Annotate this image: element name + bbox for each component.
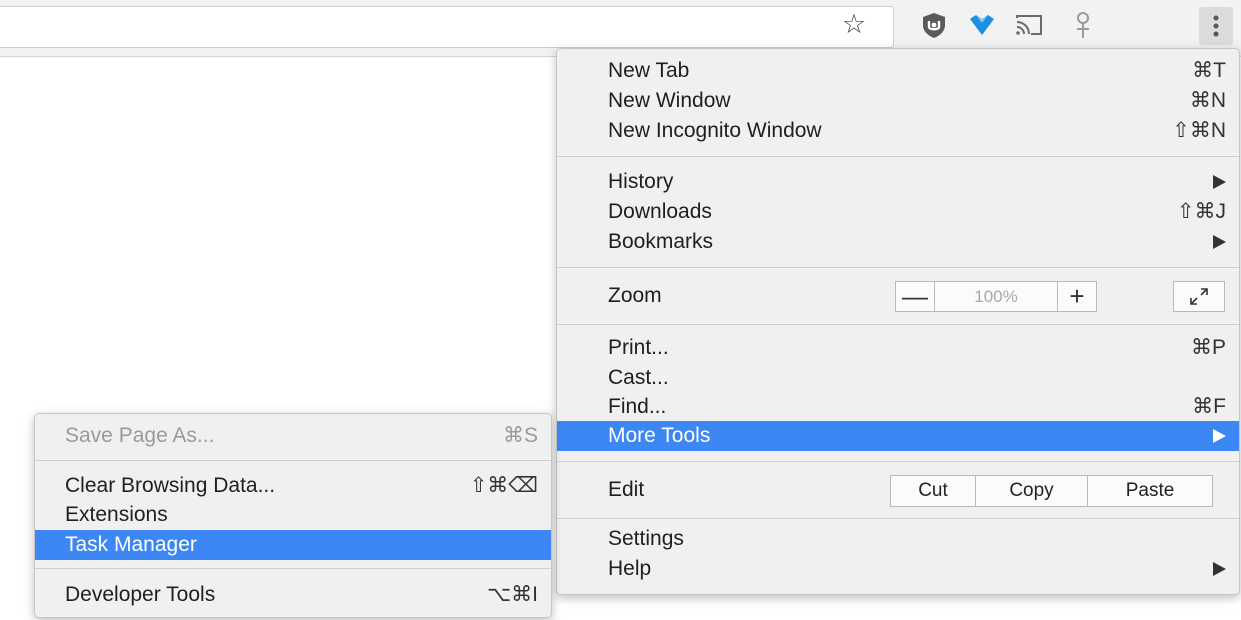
menu-item-label: New Incognito Window [608, 119, 822, 142]
shortcut-label: ⌘F [1192, 395, 1226, 418]
zoom-control: — 100% + [895, 281, 1097, 312]
copy-button[interactable]: Copy [976, 476, 1088, 506]
zoom-level: 100% [934, 282, 1058, 311]
shortcut-label: ⇧⌘J [1176, 200, 1226, 223]
menu-item-cast[interactable]: Cast... [557, 363, 1239, 393]
star-icon[interactable]: ☆ [836, 6, 872, 42]
menu-item-label: Clear Browsing Data... [65, 474, 276, 497]
menu-item-label: Help [608, 557, 652, 580]
shortcut-label: ⌘P [1190, 336, 1226, 359]
fullscreen-button[interactable] [1173, 281, 1225, 312]
menu-item-help[interactable]: Help [557, 554, 1239, 584]
menu-item-label: More Tools [608, 424, 711, 447]
menu-item-new-incognito-window[interactable]: New Incognito Window ⇧⌘N [557, 116, 1239, 146]
chrome-main-menu: New Tab ⌘T New Window ⌘N New Incognito W… [556, 48, 1240, 595]
menu-divider [557, 267, 1239, 268]
menu-item-label: Developer Tools [65, 583, 216, 606]
menu-item-label: Print... [608, 336, 669, 359]
menu-item-save-page-as[interactable]: Save Page As... ⌘S [35, 421, 551, 451]
shortcut-label: ⌘T [1192, 59, 1226, 82]
menu-divider [557, 324, 1239, 325]
menu-item-developer-tools[interactable]: Developer Tools ⌥⌘I [35, 580, 551, 610]
shortcut-label: ⌘N [1189, 89, 1226, 112]
menu-item-label: New Window [608, 89, 731, 112]
menu-item-find[interactable]: Find... ⌘F [557, 392, 1239, 422]
shortcut-label: ⇧⌘N [1172, 119, 1226, 142]
menu-item-label: Zoom [608, 284, 662, 307]
chrome-menu-icon[interactable] [1199, 7, 1233, 45]
zoom-out-button[interactable]: — [896, 282, 934, 311]
menu-item-bookmarks[interactable]: Bookmarks [557, 227, 1239, 257]
fullscreen-icon [1190, 288, 1208, 305]
submenu-arrow-icon [1213, 175, 1226, 189]
menu-item-clear-browsing-data[interactable]: Clear Browsing Data... ⇧⌘⌫ [35, 471, 551, 501]
submenu-arrow-icon [1213, 429, 1226, 443]
pin-extension-icon[interactable] [1067, 9, 1099, 41]
menu-item-label: Cast... [608, 366, 669, 389]
menu-item-print[interactable]: Print... ⌘P [557, 333, 1239, 363]
menu-item-new-tab[interactable]: New Tab ⌘T [557, 56, 1239, 86]
menu-item-downloads[interactable]: Downloads ⇧⌘J [557, 197, 1239, 227]
menu-divider [557, 518, 1239, 519]
menu-item-label: Task Manager [65, 533, 197, 556]
menu-divider [557, 156, 1239, 157]
menu-divider [35, 568, 551, 569]
edit-controls: Cut Copy Paste [890, 475, 1213, 507]
menu-item-label: New Tab [608, 59, 690, 82]
shortcut-label: ⌥⌘I [486, 583, 538, 606]
menu-item-label: Save Page As... [65, 424, 215, 447]
zoom-in-button[interactable]: + [1058, 282, 1096, 311]
menu-item-label: Downloads [608, 200, 712, 223]
menu-item-label: Extensions [65, 503, 168, 526]
menu-item-settings[interactable]: Settings [557, 524, 1239, 554]
menu-divider [35, 460, 551, 461]
ublock-shield-icon[interactable] [918, 9, 950, 41]
address-bar[interactable] [0, 6, 894, 48]
shortcut-label: ⌘S [502, 424, 538, 447]
menu-item-label: Find... [608, 395, 667, 418]
menu-item-extensions[interactable]: Extensions [35, 500, 551, 530]
menu-divider [557, 461, 1239, 462]
menu-item-label: Edit [608, 478, 645, 501]
cut-button[interactable]: Cut [891, 476, 976, 506]
menu-item-label: Settings [608, 527, 684, 550]
menu-item-new-window[interactable]: New Window ⌘N [557, 86, 1239, 116]
shortcut-label: ⇧⌘⌫ [469, 474, 538, 497]
menu-item-task-manager[interactable]: Task Manager [35, 530, 551, 560]
menu-item-label: Bookmarks [608, 230, 714, 253]
submenu-arrow-icon [1213, 235, 1226, 249]
submenu-arrow-icon [1213, 562, 1226, 576]
menu-item-more-tools[interactable]: More Tools [557, 421, 1239, 451]
menu-item-history[interactable]: History [557, 167, 1239, 197]
menu-item-label: History [608, 170, 674, 193]
cast-icon[interactable] [1013, 9, 1045, 41]
heart-extension-icon[interactable] [966, 9, 998, 41]
paste-button[interactable]: Paste [1088, 476, 1212, 506]
more-tools-submenu: Save Page As... ⌘S Clear Browsing Data..… [34, 413, 552, 618]
